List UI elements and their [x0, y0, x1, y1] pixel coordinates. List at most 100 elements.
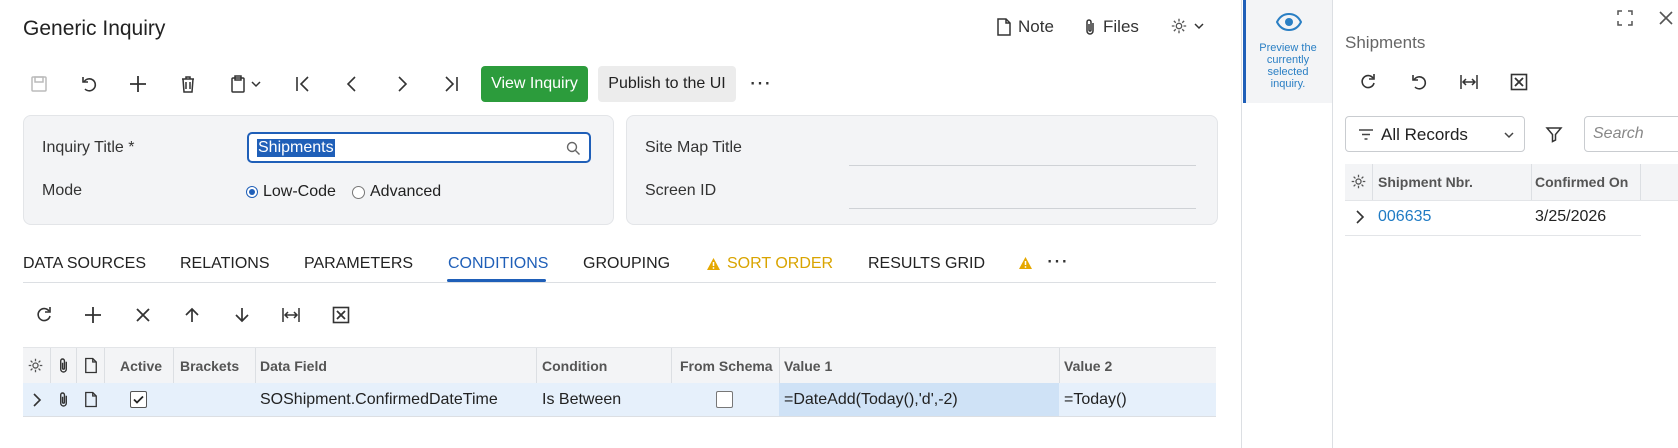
search-input[interactable]: Search [1584, 116, 1678, 152]
save-icon[interactable] [28, 73, 50, 95]
more-tabs-button[interactable]: ⋯ [1046, 248, 1068, 274]
note-icon [84, 357, 98, 374]
add-row-icon[interactable] [82, 304, 104, 326]
more-actions-button[interactable]: ⋯ [749, 70, 771, 96]
files-label: Files [1103, 17, 1139, 36]
shipment-nbr-link[interactable]: 006635 [1378, 208, 1431, 226]
note-icon[interactable] [84, 391, 98, 408]
settings-menu-button[interactable] [1170, 17, 1204, 35]
chevron-right-icon[interactable] [32, 392, 42, 408]
export-excel-icon[interactable] [330, 304, 352, 326]
cell-data-field[interactable]: SOShipment.ConfirmedDateTime [260, 391, 498, 409]
site-map-title-field[interactable] [849, 132, 1196, 166]
table-row[interactable]: 006635 3/25/2026 [1345, 200, 1641, 236]
column-header-data-field[interactable]: Data Field [260, 358, 327, 374]
note-button[interactable]: Note [996, 17, 1054, 37]
next-record-icon[interactable] [391, 73, 413, 95]
undo-icon[interactable] [78, 73, 100, 95]
gear-icon [1170, 17, 1188, 35]
inquiry-title-label: Inquiry Title * [42, 139, 135, 156]
refresh-icon[interactable] [33, 304, 55, 326]
previous-record-icon[interactable] [341, 73, 363, 95]
tab-data-sources[interactable]: DATA SOURCES [23, 255, 146, 273]
copy-paste-menu[interactable] [227, 73, 263, 95]
column-header-condition[interactable]: Condition [542, 358, 607, 374]
column-header-from-schema[interactable]: From Schema [680, 358, 773, 374]
records-filter-select[interactable]: All Records [1345, 116, 1525, 152]
conditions-grid-header: Active Brackets Data Field Condition Fro… [23, 347, 1216, 385]
fit-columns-icon[interactable] [1458, 71, 1480, 93]
column-header-value-1[interactable]: Value 1 [784, 358, 832, 374]
chevron-down-icon [1504, 130, 1514, 140]
move-up-icon[interactable] [181, 304, 203, 326]
tab-grouping[interactable]: GROUPING [583, 255, 670, 273]
last-record-icon[interactable] [440, 73, 462, 95]
delete-row-icon[interactable] [132, 304, 154, 326]
refresh-icon[interactable] [1357, 71, 1379, 93]
close-icon[interactable] [1655, 7, 1677, 29]
paperclip-icon [57, 357, 70, 374]
column-header-active[interactable]: Active [120, 358, 162, 374]
fit-columns-icon[interactable] [280, 304, 302, 326]
expand-icon[interactable] [1614, 7, 1636, 29]
chevron-right-icon[interactable] [1355, 209, 1365, 225]
mode-option-label: Advanced [370, 183, 442, 200]
undo-icon[interactable] [1408, 71, 1430, 93]
tab-divider [23, 282, 1216, 283]
panel-divider [1241, 0, 1242, 448]
tab-sort-order-label: SORT ORDER [727, 255, 834, 272]
tab-results-grid[interactable]: RESULTS GRID [868, 255, 985, 273]
screen-id-field[interactable] [849, 175, 1196, 209]
preview-label: Preview the currently selected inquiry. [1259, 42, 1317, 90]
preview-panel-title: Shipments [1345, 33, 1426, 52]
radio-selected-icon [246, 186, 258, 198]
active-checkbox[interactable] [130, 391, 147, 408]
mode-option-advanced[interactable]: Advanced [352, 183, 441, 201]
clipboard-icon [231, 75, 245, 93]
mode-label: Mode [42, 182, 83, 199]
filter-icon[interactable] [1543, 123, 1565, 145]
active-tab-indicator [447, 279, 546, 282]
warning-icon [706, 257, 721, 271]
shipments-grid-header: Shipment Nbr. Confirmed On [1345, 164, 1678, 201]
tab-parameters[interactable]: PARAMETERS [304, 255, 413, 273]
note-icon [996, 18, 1012, 36]
note-label: Note [1018, 17, 1054, 36]
column-header-confirmed-on[interactable]: Confirmed On [1535, 174, 1628, 190]
inquiry-title-input[interactable]: Shipments [247, 132, 591, 163]
cell-condition[interactable]: Is Between [542, 391, 621, 409]
column-header-shipment-nbr[interactable]: Shipment Nbr. [1378, 174, 1473, 190]
paperclip-icon[interactable] [57, 391, 70, 408]
table-row[interactable]: SOShipment.ConfirmedDateTime Is Between … [23, 383, 1216, 417]
view-inquiry-button[interactable]: View Inquiry [481, 66, 588, 102]
cell-confirmed-on: 3/25/2026 [1535, 208, 1607, 225]
column-header-brackets[interactable]: Brackets [180, 358, 239, 374]
warning-icon [1018, 256, 1033, 270]
site-map-title-label: Site Map Title [645, 139, 742, 156]
tab-conditions[interactable]: CONDITIONS [448, 255, 548, 273]
chevron-down-icon [251, 81, 261, 88]
first-record-icon[interactable] [292, 73, 314, 95]
move-down-icon[interactable] [231, 304, 253, 326]
cell-value-2[interactable]: =Today() [1064, 391, 1127, 409]
grid-settings-icon[interactable] [27, 357, 44, 374]
cell-value-1-selected[interactable]: =DateAdd(Today(),'d',-2) [779, 383, 1059, 416]
records-filter-value: All Records [1381, 125, 1468, 144]
filter-lines-icon [1358, 128, 1374, 141]
grid-settings-icon[interactable] [1350, 173, 1367, 190]
from-schema-checkbox[interactable] [716, 391, 733, 408]
cell-value-1: =DateAdd(Today(),'d',-2) [784, 391, 958, 408]
inquiry-title-value: Shipments [257, 139, 335, 157]
column-header-value-2[interactable]: Value 2 [1064, 358, 1112, 374]
export-excel-icon[interactable] [1508, 71, 1530, 93]
radio-icon [352, 185, 365, 199]
delete-icon[interactable] [177, 73, 199, 95]
publish-to-ui-button[interactable]: Publish to the UI [598, 66, 736, 102]
files-button[interactable]: Files [1083, 17, 1139, 37]
search-icon[interactable] [566, 141, 581, 156]
eye-icon [1276, 12, 1302, 32]
tab-relations[interactable]: RELATIONS [180, 255, 270, 273]
tab-sort-order[interactable]: SORT ORDER [706, 255, 833, 273]
add-icon[interactable] [127, 73, 149, 95]
mode-option-low-code[interactable]: Low-Code [246, 183, 336, 201]
